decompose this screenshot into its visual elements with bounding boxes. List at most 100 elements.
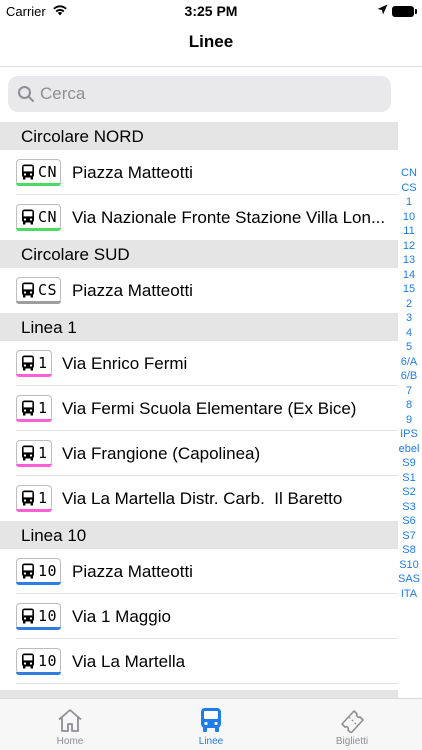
line-color-stripe [16, 228, 62, 231]
list-item[interactable]: 1 Via Frangione (Capolinea) [0, 431, 398, 476]
tab-linee[interactable]: Linee [141, 699, 281, 750]
index-item[interactable]: 1 [396, 195, 422, 210]
line-code: 10 [38, 651, 58, 670]
line-code: 1 [38, 443, 48, 462]
section-index[interactable]: CN CS 1 10 11 12 13 14 15 2 3 4 5 6/A 6/… [396, 166, 422, 601]
index-item[interactable]: 11 [396, 224, 422, 239]
line-code: 1 [38, 488, 48, 507]
line-badge: CN [16, 159, 62, 186]
index-item[interactable]: CS [396, 181, 422, 196]
home-icon [58, 709, 82, 732]
line-code: CS [38, 280, 58, 299]
line-badge: 1 [16, 350, 52, 377]
index-item[interactable]: 10 [396, 210, 422, 225]
line-color-stripe [16, 672, 62, 675]
index-item[interactable]: S3 [396, 500, 422, 515]
list-item[interactable]: 1 Via Enrico Fermi [0, 341, 398, 386]
index-item[interactable]: 12 [396, 239, 422, 254]
line-badge: CN [16, 204, 62, 231]
stop-name: Via La Martella [72, 652, 186, 671]
line-color-stripe [16, 419, 52, 422]
index-item[interactable]: S1 [396, 471, 422, 486]
index-item[interactable]: S2 [396, 485, 422, 500]
line-color-stripe [16, 582, 62, 585]
index-item[interactable]: ITA [396, 587, 422, 602]
tab-label: Home [56, 736, 84, 747]
stop-name: Piazza Matteotti [72, 281, 193, 300]
index-item[interactable]: 2 [396, 297, 422, 312]
bus-icon [22, 400, 34, 416]
location-arrow-icon [377, 3, 388, 18]
stop-name: Via Enrico Fermi [62, 354, 188, 373]
index-item[interactable]: 6/A [396, 355, 422, 370]
index-item[interactable]: 13 [396, 253, 422, 268]
tab-home[interactable]: Home [0, 699, 140, 750]
index-item[interactable]: CN [396, 166, 422, 181]
status-time: 3:25 PM [184, 3, 238, 19]
ticket-icon [341, 710, 364, 733]
index-item[interactable]: S10 [396, 558, 422, 573]
line-code: 10 [38, 606, 58, 625]
line-code: CN [38, 162, 58, 181]
line-color-stripe [16, 374, 52, 377]
stop-name: Via Frangione (Capolinea) [62, 444, 261, 463]
battery-icon [392, 6, 417, 17]
page-title: Linee [188, 32, 234, 51]
line-color-stripe [16, 627, 62, 630]
line-code: 1 [38, 398, 48, 417]
bus-icon [201, 708, 221, 732]
list-item[interactable]: CS Piazza Matteotti [0, 268, 398, 313]
index-item[interactable]: IPS [396, 427, 422, 442]
list-item[interactable]: 1 Via La Martella Distr. Carb. Il Barett… [0, 476, 398, 521]
line-badge: 10 [16, 603, 62, 630]
index-item[interactable]: S6 [396, 514, 422, 529]
index-item[interactable]: 5 [396, 340, 422, 355]
line-color-stripe [16, 183, 62, 186]
index-item[interactable]: 8 [396, 398, 422, 413]
list-item[interactable]: CN Piazza Matteotti [0, 150, 398, 195]
search-bar[interactable] [8, 76, 391, 112]
line-badge: 10 [16, 648, 62, 675]
line-badge: 10 [16, 558, 62, 585]
line-color-stripe [16, 509, 52, 512]
tab-biglietti[interactable]: Biglietti [282, 699, 422, 750]
index-item[interactable]: 14 [396, 268, 422, 283]
list-item[interactable]: 1 Via Fermi Scuola Elementare (Ex Bice) [0, 386, 398, 431]
index-item[interactable]: 4 [396, 326, 422, 341]
list-item[interactable]: CN Via Nazionale Fronte Stazione Villa L… [0, 195, 398, 240]
bus-icon [22, 355, 34, 371]
line-code: 10 [38, 561, 58, 580]
line-color-stripe [16, 464, 52, 467]
bus-icon [22, 653, 34, 669]
line-badge: 1 [16, 440, 52, 467]
search-input[interactable] [40, 76, 380, 112]
bus-icon [22, 608, 34, 624]
stop-name: Via 1 Maggio [72, 607, 171, 626]
stop-name: Piazza Matteotti [72, 163, 193, 182]
bus-icon [22, 445, 34, 461]
bus-icon [22, 164, 34, 180]
index-item[interactable]: ebel [396, 442, 422, 457]
lines-list: Circolare NORD CN Piazza Matteotti CN Vi… [0, 122, 398, 684]
index-item[interactable]: 9 [396, 413, 422, 428]
index-item[interactable]: 7 [396, 384, 422, 399]
index-item[interactable]: S7 [396, 529, 422, 544]
stop-name: Via Fermi Scuola Elementare (Ex Bice) [62, 399, 357, 418]
list-item[interactable]: 10 Piazza Matteotti [0, 549, 398, 594]
line-color-stripe [16, 301, 62, 304]
line-badge: 1 [16, 395, 52, 422]
bus-icon [22, 563, 34, 579]
index-item[interactable]: S8 [396, 543, 422, 558]
index-item[interactable]: 15 [396, 282, 422, 297]
bus-icon [22, 209, 34, 225]
index-item[interactable]: 6/B [396, 369, 422, 384]
index-item[interactable]: SAS [396, 572, 422, 587]
section-header-partial [0, 690, 398, 698]
stop-name: Via Nazionale Fronte Stazione Villa Lon.… [72, 208, 386, 227]
section-header-circolare-nord: Circolare NORD [0, 122, 398, 150]
index-item[interactable]: 3 [396, 311, 422, 326]
index-item[interactable]: S9 [396, 456, 422, 471]
list-item[interactable]: 10 Via 1 Maggio [0, 594, 398, 639]
list-item[interactable]: 10 Via La Martella [0, 639, 398, 684]
stop-name: Piazza Matteotti [72, 562, 193, 581]
